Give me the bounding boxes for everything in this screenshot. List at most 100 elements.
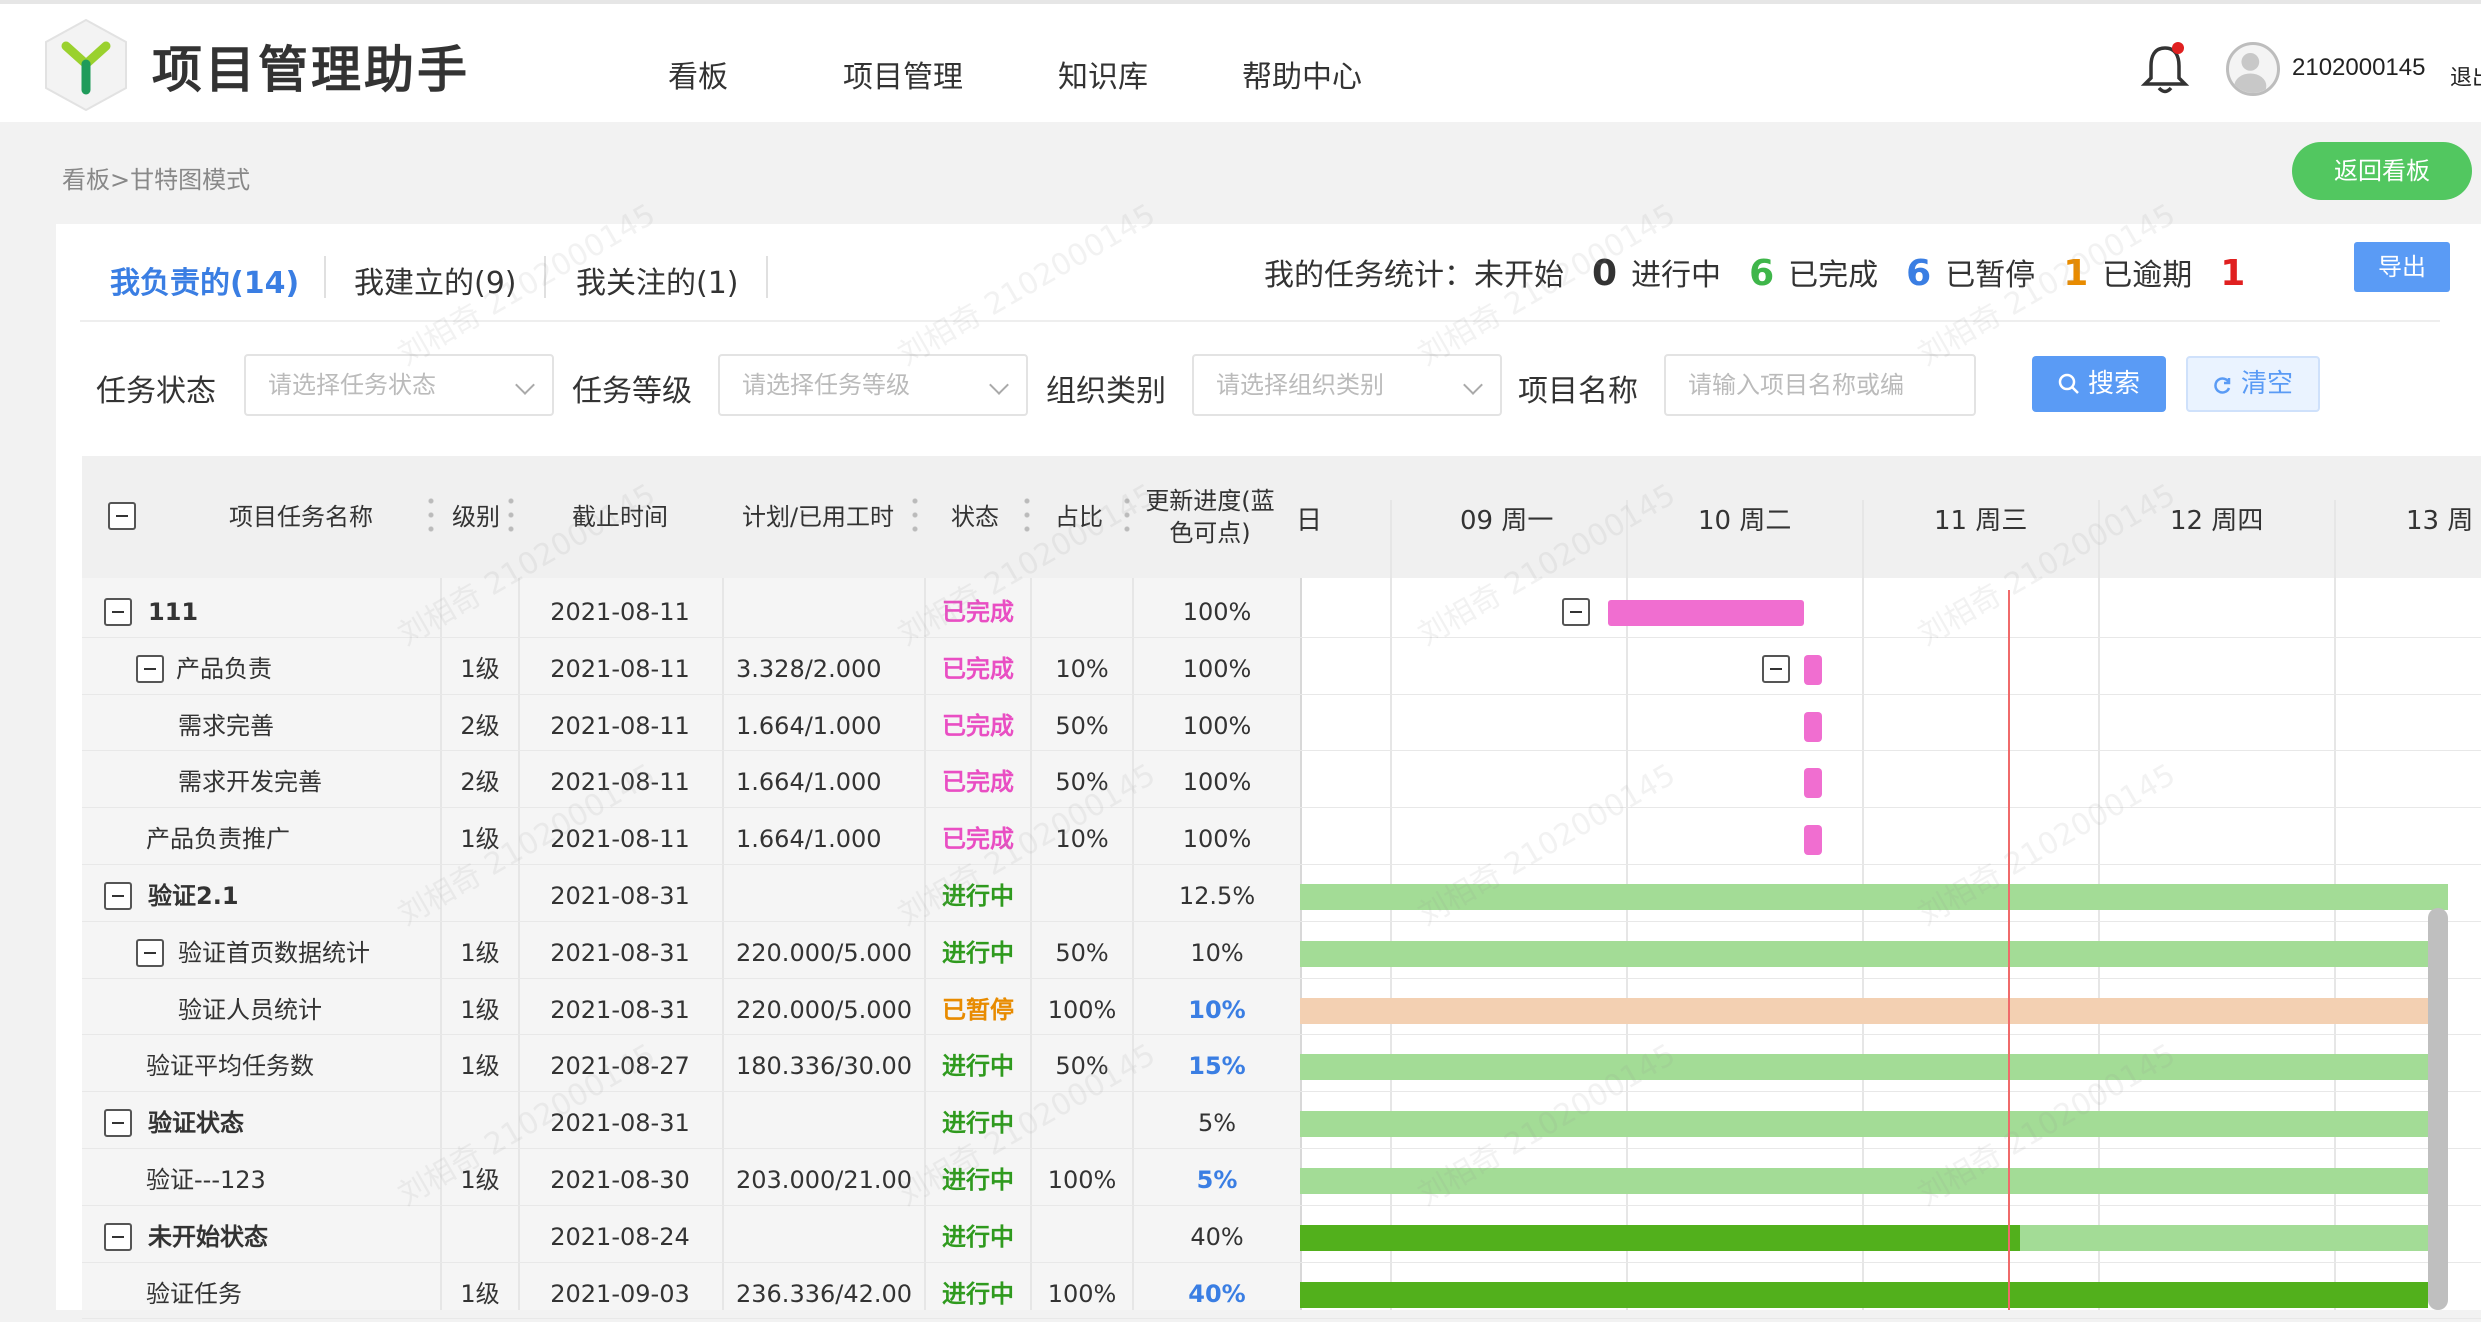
gantt-bar-paused[interactable] <box>1300 998 2428 1024</box>
column-resize-handle[interactable] <box>912 494 918 538</box>
gantt-bar-in-progress[interactable] <box>1300 941 2428 967</box>
notification-bell-icon[interactable] <box>2140 40 2190 96</box>
collapse-row-icon[interactable] <box>136 939 164 967</box>
task-name[interactable]: 产品负责推广 <box>146 811 290 867</box>
nav-knowledge-base[interactable]: 知识库 <box>1058 52 1148 96</box>
task-deadline: 2021-08-31 <box>550 996 690 1024</box>
col-header-progress[interactable]: 更新进度(蓝色可点) <box>1140 456 1280 578</box>
nav-project-management[interactable]: 项目管理 <box>843 52 963 96</box>
task-name[interactable]: 验证2.1 <box>148 868 239 924</box>
task-name[interactable]: 验证平均任务数 <box>146 1038 314 1094</box>
task-progress: 100% <box>1182 655 1252 683</box>
vertical-scrollbar[interactable] <box>2428 908 2448 1310</box>
collapse-row-icon[interactable] <box>104 1223 132 1251</box>
org-select[interactable]: 请选择组织类别 <box>1192 354 1502 416</box>
task-name[interactable]: 验证人员统计 <box>178 982 322 1038</box>
collapse-row-icon[interactable] <box>1762 655 1790 683</box>
chevron-down-icon <box>989 375 1009 395</box>
avatar[interactable] <box>2226 42 2280 96</box>
col-header-hours[interactable]: 计划/已用工时 <box>738 456 898 578</box>
task-ratio: 100% <box>1047 1280 1117 1308</box>
gantt-day-label: 日 <box>1296 506 1323 536</box>
project-filter-label: 项目名称 <box>1518 374 1638 409</box>
task-status: 进行中 <box>942 1280 1014 1308</box>
task-name[interactable]: 验证首页数据统计 <box>178 925 370 981</box>
task-ratio: 10% <box>1055 655 1109 683</box>
app-logo-icon <box>45 18 127 112</box>
task-deadline: 2021-08-31 <box>550 939 690 967</box>
gantt-bar-in-progress[interactable] <box>1300 1054 2428 1080</box>
nav-kanban[interactable]: 看板 <box>668 52 728 96</box>
org-select-placeholder: 请选择组织类别 <box>1216 371 1384 399</box>
collapse-row-icon[interactable] <box>104 882 132 910</box>
task-progress[interactable]: 10% <box>1134 982 1300 1038</box>
task-level: 1级 <box>460 996 500 1024</box>
task-progress: 100% <box>1182 598 1252 626</box>
status-filter-label: 任务状态 <box>96 374 216 409</box>
task-name[interactable]: 需求开发完善 <box>178 754 322 810</box>
task-level <box>442 1209 518 1265</box>
tab-followed[interactable]: 我关注的(1) <box>576 258 739 302</box>
task-progress: 100% <box>1182 712 1252 740</box>
column-resize-handle[interactable] <box>508 494 514 538</box>
collapse-row-icon[interactable] <box>104 1109 132 1137</box>
back-to-kanban-button[interactable]: 返回看板 <box>2292 142 2472 200</box>
column-resize-handle[interactable] <box>1024 494 1030 538</box>
task-name[interactable]: 未开始状态 <box>148 1209 268 1265</box>
user-id: 2102000145 <box>2292 54 2426 81</box>
task-name[interactable]: 产品负责 <box>176 641 272 697</box>
stats-done-label: 已完成 <box>1788 258 1879 293</box>
gantt-day-label: 10 周二 <box>1698 506 1792 536</box>
gantt-bar-progress-fill <box>1300 1282 2428 1308</box>
column-resize-handle[interactable] <box>428 494 434 538</box>
level-filter-label: 任务等级 <box>572 374 692 409</box>
task-status: 进行中 <box>942 1052 1014 1080</box>
collapse-all-icon[interactable] <box>108 502 136 530</box>
task-progress[interactable]: 5% <box>1134 1152 1300 1208</box>
gantt-bar-done[interactable] <box>1804 712 1822 742</box>
nav-help-center[interactable]: 帮助中心 <box>1242 52 1362 96</box>
level-select[interactable]: 请选择任务等级 <box>718 354 1028 416</box>
task-status: 已完成 <box>942 712 1014 740</box>
gantt-bar-done[interactable] <box>1804 768 1822 798</box>
task-deadline: 2021-08-11 <box>550 655 690 683</box>
stats-in-progress-count: 6 <box>1749 253 1775 294</box>
col-header-name[interactable]: 项目任务名称 <box>170 456 432 578</box>
task-hours: 3.328/2.000 <box>736 655 882 683</box>
task-hours: 1.664/1.000 <box>736 825 882 853</box>
tab-divider <box>766 256 768 298</box>
task-progress[interactable]: 40% <box>1134 1266 1300 1322</box>
stats-done-count: 6 <box>1906 253 1932 294</box>
gantt-bar-done[interactable] <box>1608 600 1804 626</box>
level-select-placeholder: 请选择任务等级 <box>742 371 910 399</box>
gantt-bar-done[interactable] <box>1804 825 1822 855</box>
search-button[interactable]: 搜索 <box>2032 356 2166 412</box>
task-name[interactable]: 验证状态 <box>148 1095 244 1151</box>
collapse-row-icon[interactable] <box>1562 598 1590 626</box>
task-name[interactable]: 111 <box>148 584 198 640</box>
tab-my-responsible[interactable]: 我负责的(14) <box>110 258 299 302</box>
clear-button[interactable]: 清空 <box>2186 356 2320 412</box>
task-deadline: 2021-08-11 <box>550 598 690 626</box>
task-progress: 100% <box>1182 825 1252 853</box>
task-ratio: 50% <box>1055 712 1109 740</box>
task-progress: 100% <box>1182 768 1252 796</box>
status-select[interactable]: 请选择任务状态 <box>244 354 554 416</box>
task-hours: 220.000/5.000 <box>736 996 913 1024</box>
export-button[interactable]: 导出 <box>2354 242 2450 292</box>
collapse-row-icon[interactable] <box>136 655 164 683</box>
logout-link[interactable]: 退出 <box>2450 60 2481 92</box>
task-deadline: 2021-08-11 <box>550 712 690 740</box>
top-bar: 项目管理助手 看板 项目管理 知识库 帮助中心 2102000145 退出 <box>0 0 2481 122</box>
gantt-day-label: 11 周三 <box>1934 506 2028 536</box>
task-deadline: 2021-08-24 <box>550 1223 690 1251</box>
task-name[interactable]: 验证---123 <box>146 1152 266 1208</box>
gantt-bar-in-progress[interactable] <box>1300 1111 2428 1137</box>
task-name[interactable]: 验证任务 <box>146 1266 242 1322</box>
collapse-row-icon[interactable] <box>104 598 132 626</box>
gantt-bar-done[interactable] <box>1804 655 1822 685</box>
task-hours: 236.336/42.00 <box>736 1280 913 1308</box>
stats-overdue-count: 1 <box>2220 253 2246 294</box>
task-status: 已暂停 <box>942 996 1014 1024</box>
task-name[interactable]: 需求完善 <box>178 698 274 754</box>
